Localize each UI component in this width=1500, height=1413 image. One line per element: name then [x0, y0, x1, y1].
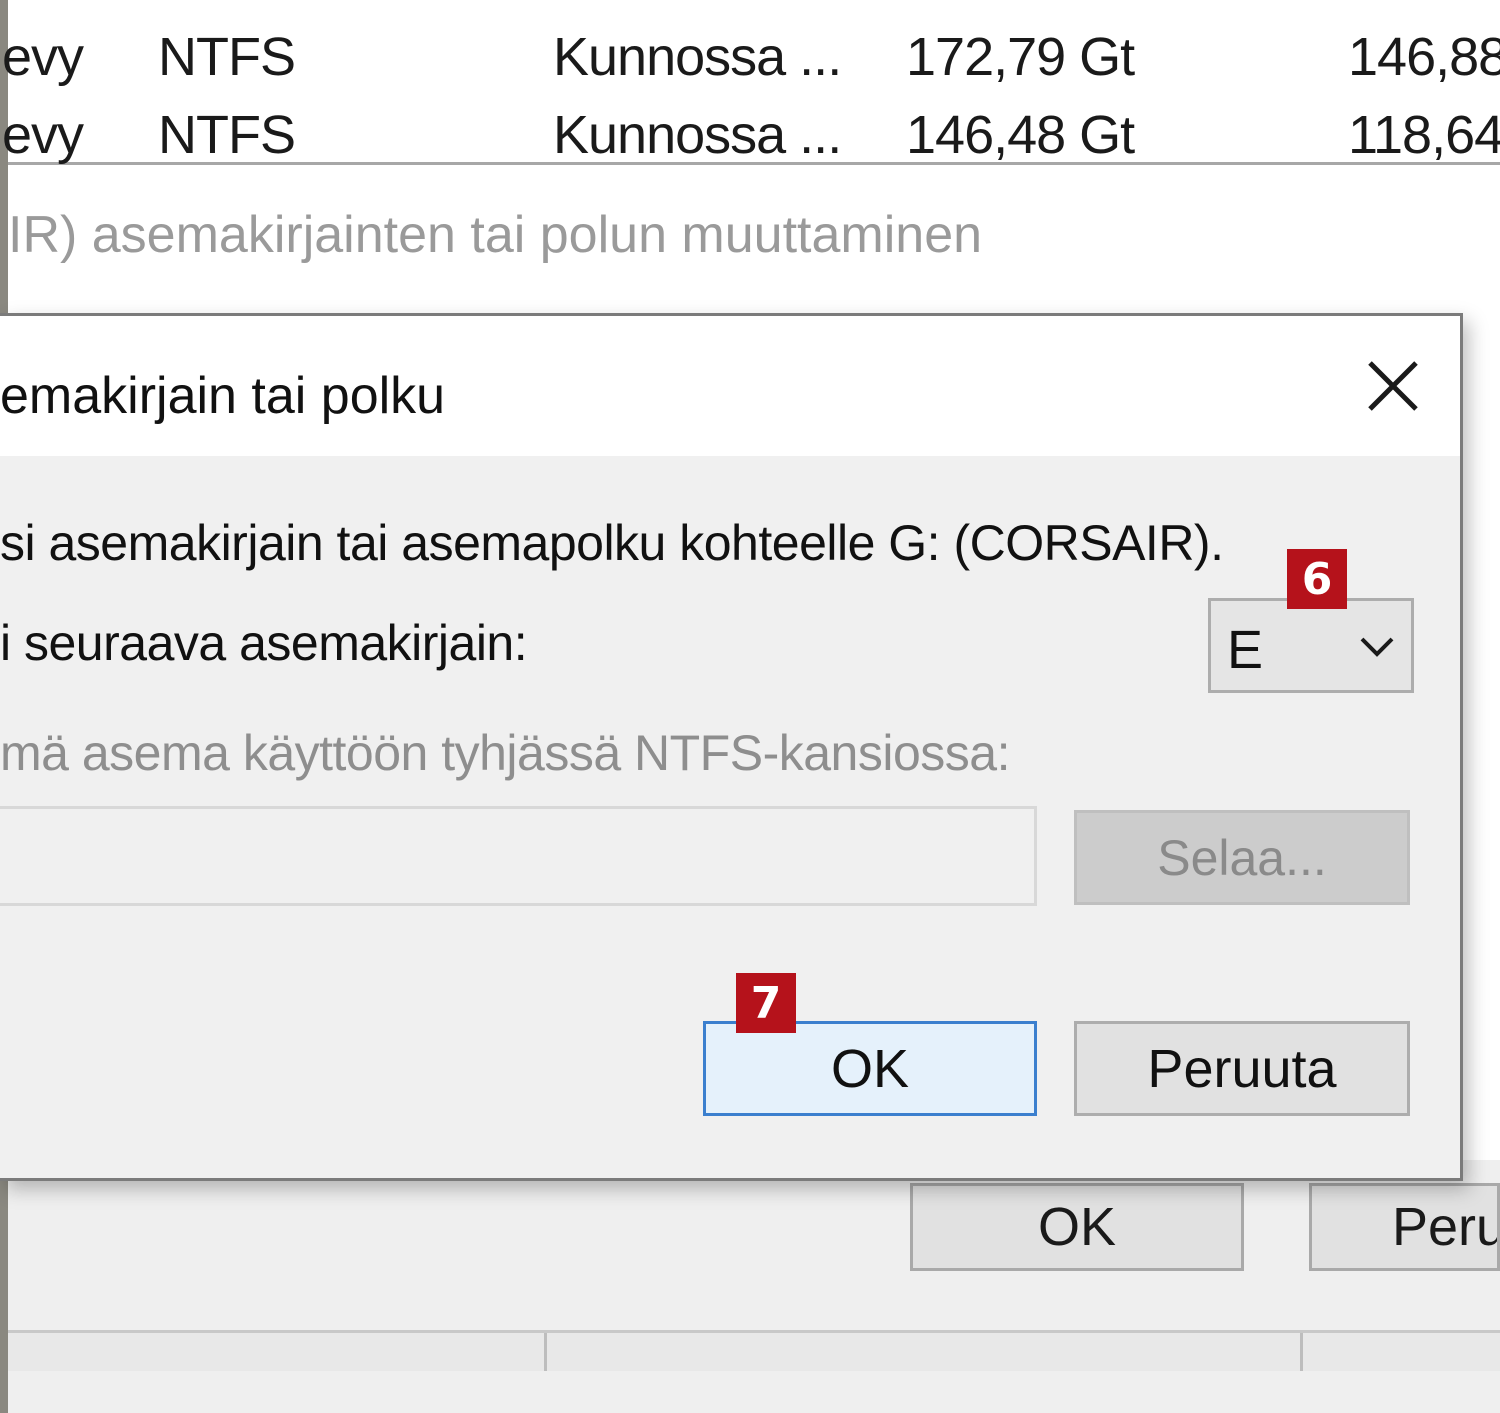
- disk-row[interactable]: evy NTFS Kunnossa ... 146,48 Gt 118,64: [2, 86, 1500, 165]
- status-cell: Kunnossa ...: [553, 27, 842, 87]
- dialog-titlebar: emakirjain tai polku: [0, 316, 1460, 456]
- browse-button[interactable]: Selaa...: [1074, 810, 1410, 905]
- background-cancel-button[interactable]: Peru: [1309, 1183, 1500, 1271]
- change-drive-letter-dialog: emakirjain tai polku si asemakirjain tai…: [0, 313, 1463, 1181]
- disk-row[interactable]: evy NTFS Kunnossa ... 172,79 Gt 146,88: [2, 8, 1500, 87]
- step-7-badge: 7: [736, 973, 796, 1033]
- step-6-badge: 6: [1287, 549, 1347, 609]
- folder-path-input[interactable]: [0, 806, 1037, 906]
- filesystem-cell: NTFS: [158, 27, 296, 87]
- disk-type-cell: evy: [2, 27, 84, 87]
- selected-drive-letter: E: [1227, 620, 1264, 680]
- filesystem-cell: NTFS: [158, 105, 296, 165]
- disk-list: evy NTFS Kunnossa ... 172,79 Gt 146,88 e…: [2, 0, 1500, 165]
- background-instruction-text: IR) asemakirjainten tai polun muuttamine…: [8, 206, 983, 264]
- background-bottom-area: [8, 1371, 1500, 1413]
- status-bar-divider: [1300, 1333, 1303, 1371]
- free-space-cell: 146,88: [1348, 27, 1500, 87]
- capacity-cell: 146,48 Gt: [906, 105, 1135, 165]
- free-space-cell: 118,64: [1348, 105, 1500, 165]
- background-footer: [8, 1160, 1500, 1330]
- cancel-button[interactable]: Peruuta: [1074, 1021, 1410, 1116]
- dialog-title: emakirjain tai polku: [0, 367, 446, 425]
- assign-letter-option[interactable]: i seuraava asemakirjain:: [0, 614, 528, 672]
- chevron-down-icon: [1359, 635, 1395, 659]
- disk-type-cell: evy: [2, 105, 84, 165]
- ok-button[interactable]: OK: [703, 1021, 1037, 1116]
- status-cell: Kunnossa ...: [553, 105, 842, 165]
- status-bar-divider: [544, 1333, 547, 1371]
- close-icon[interactable]: [1358, 351, 1428, 421]
- background-status-bar: [8, 1330, 1500, 1374]
- background-ok-button[interactable]: OK: [910, 1183, 1244, 1271]
- dialog-description: si asemakirjain tai asemapolku kohteelle…: [0, 515, 1224, 571]
- capacity-cell: 172,79 Gt: [906, 27, 1135, 87]
- mount-folder-option[interactable]: mä asema käyttöön tyhjässä NTFS-kansioss…: [0, 724, 1010, 782]
- drive-letter-dropdown[interactable]: E: [1208, 598, 1414, 693]
